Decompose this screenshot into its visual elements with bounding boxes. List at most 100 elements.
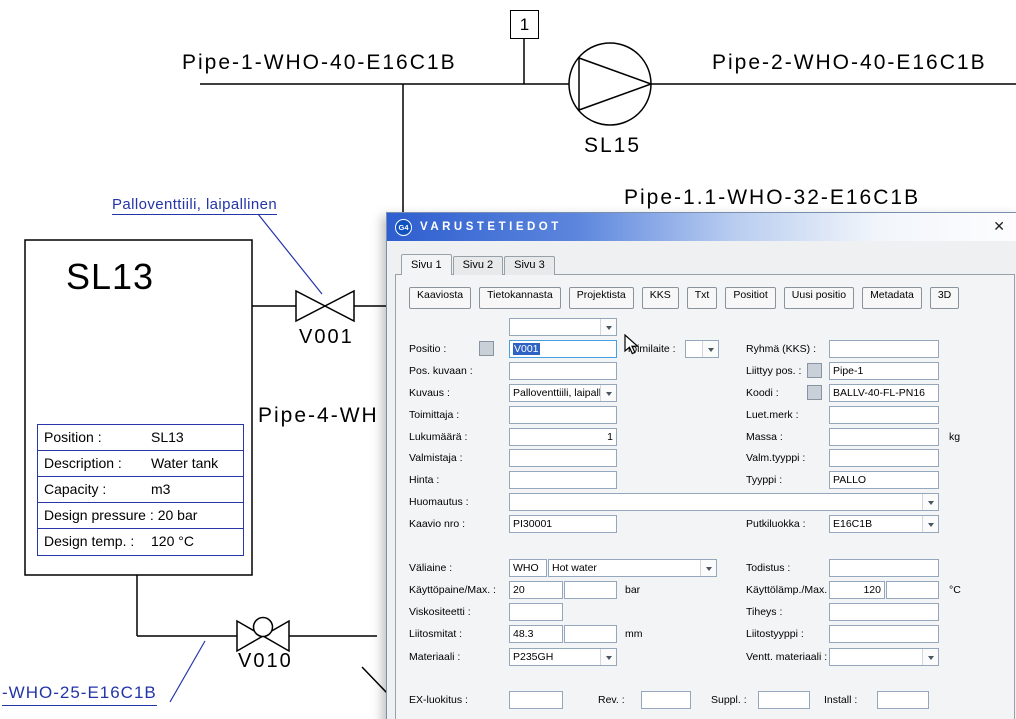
pump-label[interactable]: SL15: [584, 134, 641, 158]
pipe25-label[interactable]: -WHO-25-E16C1B: [2, 683, 157, 706]
suppl-field[interactable]: [758, 691, 810, 709]
kuvaus-label: Kuvaus :: [409, 384, 450, 402]
kayttopaine-unit: bar: [625, 581, 640, 599]
txt-button[interactable]: Txt: [687, 287, 718, 309]
pipe1-label[interactable]: Pipe-1-WHO-40-E16C1B: [182, 51, 457, 75]
viskositeetti-label: Viskositeetti :: [409, 603, 471, 621]
chevron-down-icon[interactable]: [922, 494, 938, 510]
chevron-down-icon[interactable]: [922, 516, 938, 532]
lukumaara-field[interactable]: 1: [509, 428, 617, 446]
chevron-down-icon[interactable]: [600, 649, 616, 665]
liitostyyppi-field[interactable]: [829, 625, 939, 643]
tab-sivu1[interactable]: Sivu 1: [401, 254, 452, 275]
luet-merk-field[interactable]: [829, 406, 939, 424]
top-combo[interactable]: [509, 318, 617, 336]
row-label: Description :: [44, 451, 147, 476]
kayttolamp-field[interactable]: 120: [829, 581, 885, 599]
pos-kuvaan-field[interactable]: [509, 362, 617, 380]
dialog-titlebar[interactable]: G4 VARUSTETIEDOT ✕: [387, 213, 1016, 241]
materiaali-combo[interactable]: P235GH: [509, 648, 617, 666]
massa-field[interactable]: [829, 428, 939, 446]
liittyy-pos-picker-button[interactable]: [807, 363, 822, 378]
close-icon[interactable]: ✕: [993, 218, 1005, 235]
kayttolamp-unit: °C: [949, 581, 961, 599]
pos-kuvaan-label: Pos. kuvaan :: [409, 362, 473, 380]
hinta-field[interactable]: [509, 471, 617, 489]
chevron-down-icon[interactable]: [702, 341, 718, 357]
chevron-down-icon[interactable]: [600, 319, 616, 335]
ventt-materiaali-combo[interactable]: [829, 648, 939, 666]
chevron-down-icon[interactable]: [600, 385, 616, 401]
varustetiedot-dialog: G4 VARUSTETIEDOT ✕ Sivu 1 Sivu 2 Sivu 3 …: [386, 212, 1016, 719]
rev-label: Rev. :: [598, 691, 625, 709]
uusi-positio-button[interactable]: Uusi positio: [784, 287, 854, 309]
suppl-label: Suppl. :: [711, 691, 747, 709]
3d-button[interactable]: 3D: [930, 287, 959, 309]
table-row: Position :SL13: [38, 425, 243, 451]
positio-field[interactable]: V001: [509, 340, 617, 358]
table-row: Design pressure :20 bar: [38, 503, 243, 529]
ex-luokitus-field[interactable]: [509, 691, 563, 709]
pipe2-label[interactable]: Pipe-2-WHO-40-E16C1B: [712, 51, 987, 75]
note-leader-line: [258, 214, 322, 294]
toimittaja-field[interactable]: [509, 406, 617, 424]
kks-button[interactable]: KKS: [642, 287, 679, 309]
huomautus-combo[interactable]: [509, 493, 939, 511]
projektista-button[interactable]: Projektista: [569, 287, 634, 309]
install-field[interactable]: [877, 691, 929, 709]
materiaali-label: Materiaali :: [409, 648, 460, 666]
kayttolamp-max-field[interactable]: [886, 581, 939, 599]
toimilaite-combo[interactable]: [685, 340, 719, 358]
valm-tyyppi-field[interactable]: [829, 449, 939, 467]
tank-label[interactable]: SL13: [66, 256, 154, 298]
positio-picker-button[interactable]: [479, 341, 494, 356]
liittyy-pos-field[interactable]: Pipe-1: [829, 362, 939, 380]
tietokannasta-button[interactable]: Tietokannasta: [479, 287, 561, 309]
row-label: Capacity :: [44, 477, 147, 502]
rev-field[interactable]: [641, 691, 691, 709]
liitosmitat-field[interactable]: 48.3: [509, 625, 563, 643]
ryhma-kks-label: Ryhmä (KKS) :: [746, 340, 816, 358]
pid-canvas: 1 Pipe-1-WHO-40-E16C1B Pipe-2-WHO-40-E16…: [0, 0, 1016, 719]
valve-note-label[interactable]: Palloventtiili, laipallinen: [112, 196, 277, 215]
valiaine-combo[interactable]: Hot water: [548, 559, 717, 577]
viskositeetti-field[interactable]: [509, 603, 563, 621]
ryhma-kks-field[interactable]: [829, 340, 939, 358]
pipe4-label[interactable]: Pipe-4-WH: [258, 404, 379, 428]
metadata-button[interactable]: Metadata: [862, 287, 922, 309]
g4-logo-icon: G4: [395, 219, 412, 236]
koodi-picker-button[interactable]: [807, 385, 822, 400]
kaavio-nro-field[interactable]: PI30001: [509, 515, 617, 533]
liitosmitat-max-field[interactable]: [564, 625, 617, 643]
tab-sivu2[interactable]: Sivu 2: [453, 256, 504, 275]
valiaine-code-field[interactable]: WHO: [509, 559, 547, 577]
koodi-label: Koodi :: [746, 384, 779, 402]
chevron-down-icon[interactable]: [922, 649, 938, 665]
positiot-button[interactable]: Positiot: [725, 287, 775, 309]
liitostyyppi-label: Liitostyyppi :: [746, 625, 804, 643]
putkiluokka-label: Putkiluokka :: [746, 515, 806, 533]
kaavio-nro-label: Kaavio nro :: [409, 515, 465, 533]
junction-box[interactable]: 1: [510, 10, 539, 39]
row-value: 20 bar: [158, 503, 198, 528]
kayttopaine-field[interactable]: 20: [509, 581, 563, 599]
tab-sivu3[interactable]: Sivu 3: [504, 256, 555, 275]
valve2-label[interactable]: V010: [238, 650, 293, 673]
koodi-field[interactable]: BALLV-40-FL-PN16: [829, 384, 939, 402]
valve1-label[interactable]: V001: [299, 326, 354, 349]
kaaviosta-button[interactable]: Kaaviosta: [409, 287, 471, 309]
dialog-title: VARUSTETIEDOT: [420, 221, 562, 233]
pipe11-label[interactable]: Pipe-1.1-WHO-32-E16C1B: [624, 186, 920, 210]
huomautus-label: Huomautus :: [409, 493, 469, 511]
tyyppi-field[interactable]: PALLO: [829, 471, 939, 489]
todistus-field[interactable]: [829, 559, 939, 577]
kayttopaine-max-field[interactable]: [564, 581, 617, 599]
pump-symbol: [569, 43, 651, 125]
kuvaus-combo[interactable]: Palloventtiili, laipallinen: [509, 384, 617, 402]
tiheys-field[interactable]: [829, 603, 939, 621]
tiheys-label: Tiheys :: [746, 603, 782, 621]
row-value: SL13: [151, 425, 184, 450]
putkiluokka-combo[interactable]: E16C1B: [829, 515, 939, 533]
chevron-down-icon[interactable]: [700, 560, 716, 576]
valmistaja-field[interactable]: [509, 449, 617, 467]
